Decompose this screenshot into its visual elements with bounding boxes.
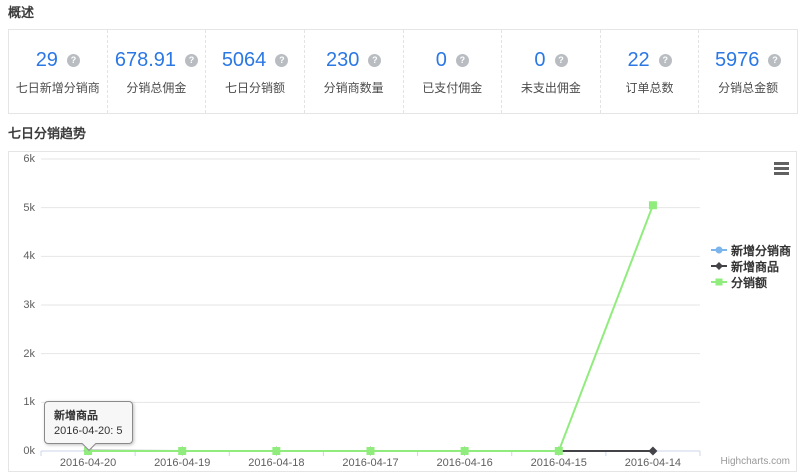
help-icon[interactable]: ? bbox=[456, 54, 469, 67]
stat-value: 230 bbox=[326, 49, 359, 72]
legend-item-new-products[interactable]: 新增商品 bbox=[711, 258, 791, 274]
stat-card-total-amount: 5976? 分销总金额 bbox=[699, 30, 797, 113]
x-axis-tick-label: 2016-04-15 bbox=[531, 457, 587, 469]
stat-label: 分销总佣金 bbox=[126, 79, 186, 96]
trend-chart: 0k 1k 2k 3k 4k 5k 6k 2016-04-20 2016-04-19 2016-0… bbox=[8, 151, 797, 472]
legend-label: 新增分销商 bbox=[731, 242, 791, 259]
x-axis-tick-label: 2016-04-14 bbox=[625, 457, 681, 469]
stat-card-new-distributors: 29? 七日新增分销商 bbox=[9, 30, 108, 113]
stat-value: 678.91 bbox=[115, 49, 176, 72]
help-icon[interactable]: ? bbox=[768, 54, 781, 67]
legend-label: 分销额 bbox=[731, 274, 767, 291]
stat-card-week-sales: 5064? 七日分销额 bbox=[206, 30, 305, 113]
chart-legend: 新增分销商 新增商品 分销额 bbox=[711, 242, 791, 290]
stat-value: 5976 bbox=[715, 49, 760, 72]
stat-value: 5064 bbox=[222, 49, 267, 72]
tooltip-series-name: 新增商品 bbox=[54, 407, 123, 423]
help-icon[interactable]: ? bbox=[555, 54, 568, 67]
legend-marker-diamond-icon bbox=[711, 260, 727, 272]
stat-label: 七日新增分销商 bbox=[16, 79, 100, 96]
x-axis-tick-label: 2016-04-16 bbox=[437, 457, 493, 469]
stat-card-total-commission: 678.91? 分销总佣金 bbox=[108, 30, 207, 113]
stats-panel: 29? 七日新增分销商 678.91? 分销总佣金 5064? 七日分销额 23… bbox=[8, 29, 798, 114]
trend-title: 七日分销趋势 bbox=[8, 126, 798, 142]
y-axis-tick-label: 3k bbox=[11, 299, 35, 311]
stat-label: 分销总金额 bbox=[718, 79, 778, 96]
y-axis-tick-label: 5k bbox=[11, 202, 35, 214]
help-icon[interactable]: ? bbox=[659, 54, 672, 67]
stat-value: 29 bbox=[36, 49, 58, 72]
help-icon[interactable]: ? bbox=[275, 54, 288, 67]
stat-label: 未支出佣金 bbox=[521, 79, 581, 96]
y-axis-tick-label: 6k bbox=[11, 153, 35, 165]
stat-value: 0 bbox=[436, 49, 447, 72]
chart-export-menu-icon[interactable] bbox=[774, 162, 789, 175]
stat-label: 七日分销额 bbox=[225, 79, 285, 96]
help-icon[interactable]: ? bbox=[185, 54, 198, 67]
stat-label: 分销商数量 bbox=[324, 79, 384, 96]
x-axis-tick-label: 2016-04-20 bbox=[60, 457, 116, 469]
x-axis-tick-label: 2016-04-19 bbox=[154, 457, 210, 469]
legend-marker-square-icon bbox=[711, 276, 727, 288]
overview-title: 概述 bbox=[8, 5, 798, 21]
legend-label: 新增商品 bbox=[731, 258, 779, 275]
y-axis-tick-label: 1k bbox=[11, 396, 35, 408]
stat-value: 0 bbox=[534, 49, 545, 72]
y-axis-tick-label: 0k bbox=[11, 445, 35, 457]
help-icon[interactable]: ? bbox=[368, 54, 381, 67]
chart-tooltip: 新增商品 2016-04-20: 5 bbox=[44, 401, 133, 444]
help-icon[interactable]: ? bbox=[67, 54, 80, 67]
dashboard-page: 概述 29? 七日新增分销商 678.91? 分销总佣金 5064? 七日分销额… bbox=[0, 0, 806, 476]
stat-value: 22 bbox=[627, 49, 649, 72]
stat-card-unpaid-commission: 0? 未支出佣金 bbox=[502, 30, 601, 113]
stat-label: 订单总数 bbox=[626, 79, 674, 96]
y-axis-tick-label: 2k bbox=[11, 348, 35, 360]
legend-marker-circle-icon bbox=[711, 244, 727, 256]
y-axis-tick-label: 4k bbox=[11, 250, 35, 262]
stat-card-order-total: 22? 订单总数 bbox=[601, 30, 700, 113]
stat-card-distributor-count: 230? 分销商数量 bbox=[305, 30, 404, 113]
tooltip-value: 2016-04-20: 5 bbox=[54, 425, 123, 437]
stat-card-paid-commission: 0? 已支付佣金 bbox=[404, 30, 503, 113]
x-axis-tick-label: 2016-04-17 bbox=[342, 457, 398, 469]
legend-item-new-distributors[interactable]: 新增分销商 bbox=[711, 242, 791, 258]
legend-item-sales[interactable]: 分销额 bbox=[711, 274, 791, 290]
stat-label: 已支付佣金 bbox=[422, 79, 482, 96]
x-axis-tick-label: 2016-04-18 bbox=[248, 457, 304, 469]
highcharts-credit[interactable]: Highcharts.com bbox=[721, 456, 790, 467]
